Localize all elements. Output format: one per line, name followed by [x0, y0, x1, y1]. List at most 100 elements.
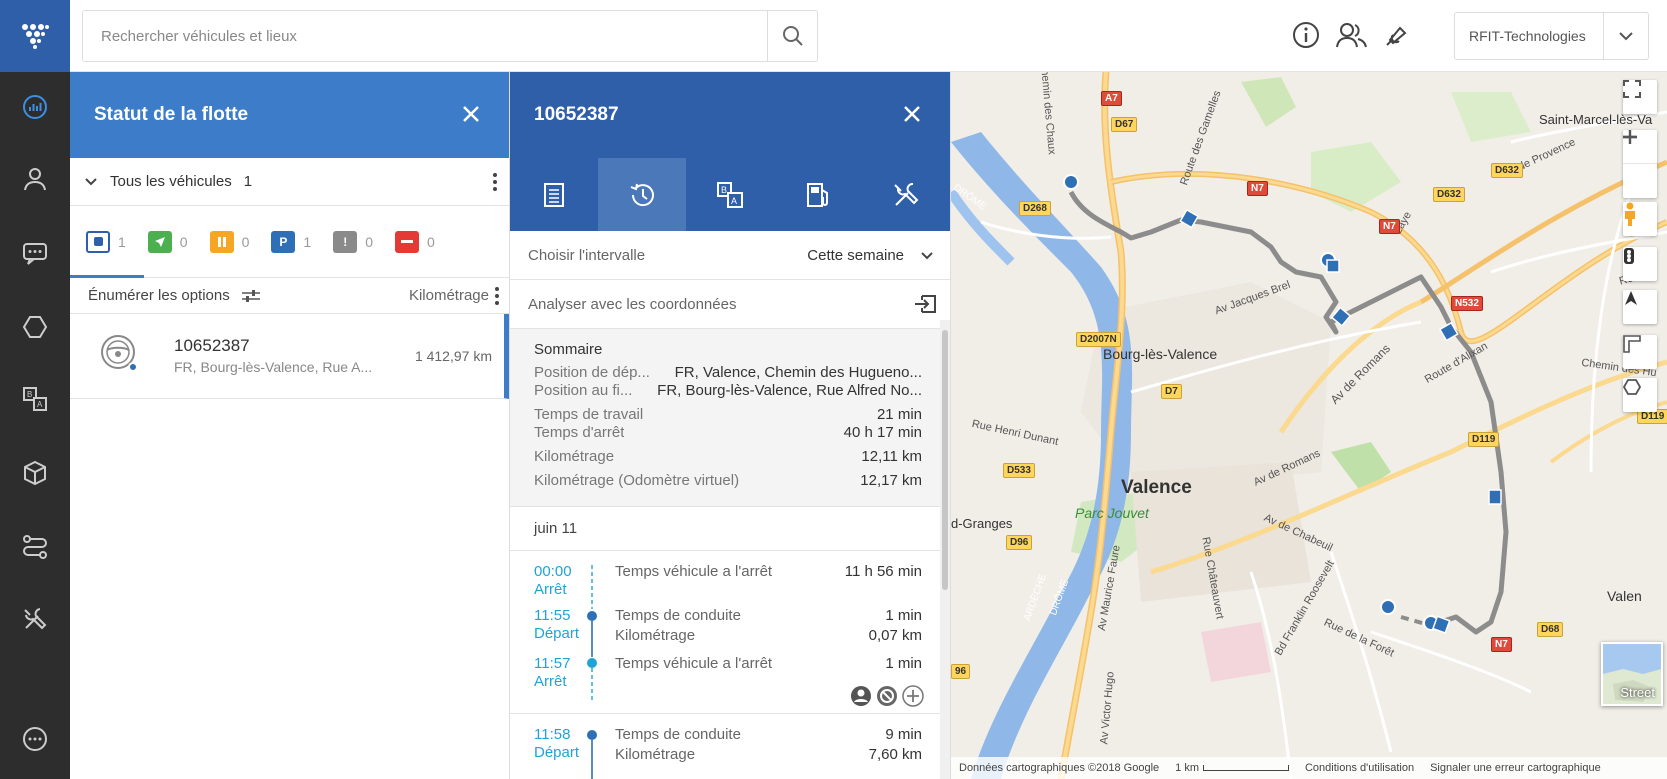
day-header: juin 11 — [510, 507, 950, 551]
zoom-out-button[interactable] — [1623, 135, 1657, 198]
analyze-label: Analyser avec les coordonnées — [528, 295, 737, 313]
list-options-button[interactable]: Énumérer les options — [88, 287, 230, 304]
vehicle-row[interactable]: 10652387 FR, Bourg-lès-Valence, Rue A...… — [70, 314, 509, 399]
map-label-valence: Valence — [1121, 477, 1192, 498]
group-menu-icon[interactable] — [485, 168, 505, 196]
history-icon — [630, 183, 654, 206]
road-shield: D268 — [1019, 201, 1051, 216]
close-detail-button[interactable] — [896, 98, 928, 130]
info-icon[interactable] — [1289, 18, 1323, 52]
close-fleet-button[interactable] — [455, 98, 487, 130]
tab-maintenance[interactable] — [862, 158, 950, 231]
mileage-column-header[interactable]: Kilométrage — [409, 287, 489, 304]
search-button[interactable] — [767, 11, 817, 61]
map-terms-link[interactable]: Conditions d'utilisation — [1305, 762, 1414, 774]
fleet-panel-title: Statut de la flotte — [94, 104, 249, 125]
map-canvas[interactable] — [951, 72, 1667, 779]
routes-icon[interactable] — [18, 530, 52, 564]
geofence-icon[interactable] — [18, 310, 52, 344]
dashboard-icon[interactable] — [18, 90, 52, 124]
list-menu-icon[interactable] — [487, 282, 507, 310]
event-type[interactable]: Départ — [534, 744, 579, 762]
event-time[interactable]: 11:58 — [534, 726, 570, 744]
export-icon[interactable] — [914, 293, 938, 315]
vehicle-group-label: Tous les véhicules — [110, 173, 232, 190]
pegman-icon — [1625, 202, 1635, 226]
map-report-link[interactable]: Signaler une erreur cartographique — [1430, 762, 1601, 774]
tools-icon[interactable] — [18, 602, 52, 636]
event-type[interactable]: Arrêt — [534, 673, 567, 691]
navigation-icon — [1625, 291, 1637, 305]
road-shield: D533 — [1003, 463, 1035, 478]
event-value: 9 min — [885, 726, 922, 743]
tab-translate[interactable]: BA — [686, 158, 774, 231]
measure-button[interactable] — [1623, 335, 1657, 369]
list-header: Énumérer les options Kilométrage — [70, 278, 509, 314]
status-filter-alert[interactable]: ! 0 — [333, 230, 373, 253]
more-icon[interactable] — [18, 722, 52, 756]
road-shield: D96 — [1006, 535, 1033, 550]
block-icon[interactable] — [876, 685, 898, 707]
summary-row: Kilométrage (Odomètre virtuel) 12,17 km — [534, 472, 922, 489]
event-group: 11:58 Départ Temps de conduite 9 min Kil… — [510, 714, 950, 779]
status-filter-driving[interactable]: 0 — [147, 230, 188, 253]
detail-scrollbar[interactable] — [940, 320, 950, 779]
package-icon[interactable] — [18, 456, 52, 490]
online-icon — [86, 230, 110, 253]
tab-history[interactable] — [598, 158, 686, 231]
event-type[interactable]: Arrêt — [534, 581, 567, 599]
detail-header: 10652387 — [510, 72, 950, 158]
event-type[interactable]: Départ — [534, 625, 579, 643]
event-group: 00:00 Arrêt Temps véhicule a l'arrêt 11 … — [510, 551, 950, 714]
event-label: Temps de conduite — [615, 607, 741, 624]
status-filter-parked[interactable]: P 1 — [271, 230, 311, 253]
tab-document[interactable] — [510, 158, 598, 231]
chevron-down-icon[interactable] — [920, 251, 934, 261]
compass-button[interactable] — [1623, 290, 1657, 324]
add-icon[interactable] — [902, 685, 924, 707]
scrollbar-thumb[interactable] — [942, 330, 948, 590]
event-time[interactable]: 11:57 — [534, 655, 570, 673]
chevron-down-icon[interactable] — [1603, 13, 1648, 59]
sliders-icon[interactable] — [241, 289, 260, 303]
close-icon — [904, 106, 920, 122]
users-icon[interactable] — [1335, 18, 1369, 52]
fullscreen-icon — [1623, 80, 1641, 98]
interval-selector[interactable]: Choisir l'intervalle Cette semaine — [510, 231, 950, 280]
map[interactable]: Bourg-lès-Valence Valence Parc Jouvet Sa… — [951, 72, 1667, 779]
road-shield: D67 — [1111, 117, 1138, 132]
search-input[interactable] — [83, 11, 767, 61]
fleet-panel-header: Statut de la flotte — [70, 72, 509, 158]
user-icon[interactable] — [18, 162, 52, 196]
search-icon — [782, 26, 803, 46]
notifications-icon[interactable] — [1380, 18, 1414, 52]
messages-icon[interactable] — [18, 236, 52, 270]
driver-icon[interactable] — [850, 685, 872, 707]
street-view-thumbnail[interactable]: Street — [1601, 642, 1663, 706]
event-label: Kilométrage — [615, 746, 696, 763]
summary-row: Temps de travail 21 min — [534, 406, 922, 423]
event-time[interactable]: 00:00 — [534, 563, 572, 581]
chevron-down-icon[interactable] — [84, 177, 98, 187]
pegman-button[interactable] — [1623, 202, 1657, 236]
fullscreen-button[interactable] — [1623, 80, 1657, 114]
event-label: Temps véhicule a l'arrêt — [615, 563, 773, 580]
analyze-coordinates-row[interactable]: Analyser avec les coordonnées — [510, 280, 950, 329]
logo[interactable] — [0, 0, 70, 72]
draw-polygon-button[interactable] — [1623, 378, 1657, 412]
svg-text:B: B — [27, 390, 32, 399]
driving-icon — [147, 230, 172, 253]
polygon-icon — [1623, 379, 1641, 395]
event-label: Temps véhicule a l'arrêt — [615, 655, 773, 672]
status-filter-blocked[interactable]: 0 — [394, 230, 435, 253]
tab-fuel[interactable] — [774, 158, 862, 231]
status-filter-paused[interactable]: 0 — [209, 230, 249, 253]
traffic-button[interactable] — [1623, 247, 1657, 281]
event-time[interactable]: 11:55 — [534, 607, 570, 625]
vehicle-group-row[interactable]: Tous les véhicules 1 — [70, 158, 509, 206]
document-icon — [544, 182, 564, 207]
company-selector[interactable]: RFIT-Technologies — [1454, 12, 1649, 60]
status-filter-online[interactable]: 1 — [86, 230, 126, 253]
translate-icon[interactable]: BA — [18, 382, 52, 416]
road-shield: N7 — [1491, 637, 1512, 652]
